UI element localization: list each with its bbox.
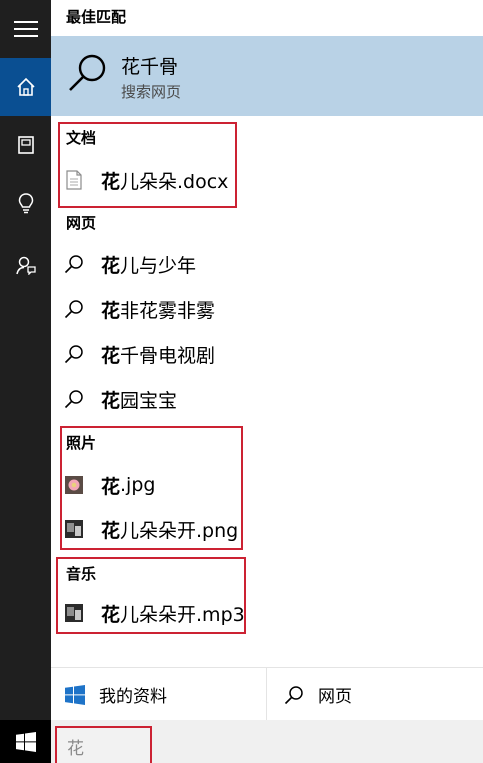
web-result[interactable]: 花非花雾非雾 xyxy=(63,293,215,325)
best-match-label: 最佳匹配 xyxy=(66,8,127,26)
match-text: 花 xyxy=(101,299,121,322)
result-text: 儿朵朵.docx xyxy=(120,170,229,193)
web-result[interactable]: 花千骨电视剧 xyxy=(63,338,215,370)
result-text: 园宝宝 xyxy=(120,389,178,412)
web-result[interactable]: 花儿与少年 xyxy=(63,248,196,280)
match-text: 花 xyxy=(101,170,121,193)
search-icon xyxy=(63,343,85,365)
result-text: 儿朵朵开.mp3 xyxy=(120,603,245,626)
divider xyxy=(266,668,267,721)
windows-logo-icon xyxy=(15,731,36,752)
best-match-title: 花千骨 xyxy=(121,56,179,78)
web-search-button[interactable]: 网页 xyxy=(284,668,352,721)
taskbar: 花 xyxy=(0,720,483,763)
home-icon xyxy=(16,77,35,96)
web-result[interactable]: 花园宝宝 xyxy=(63,383,177,415)
search-results-panel: 最佳匹配 花千骨 搜索网页 文档 花儿朵朵.docx 网页 花儿与少年 花 非花… xyxy=(51,0,483,721)
document-result[interactable]: 花儿朵朵.docx xyxy=(63,164,228,196)
reminders-button[interactable] xyxy=(0,174,51,232)
search-icon xyxy=(63,253,85,275)
photo-result[interactable]: 花 .jpg xyxy=(63,469,155,501)
match-text: 花 xyxy=(101,603,121,626)
notebook-button[interactable] xyxy=(0,116,51,174)
search-icon xyxy=(63,298,85,320)
hamburger-menu-button[interactable] xyxy=(0,0,51,58)
my-stuff-button[interactable]: 我的资料 xyxy=(65,668,167,721)
music-result[interactable]: 花儿朵朵开.mp3 xyxy=(63,597,245,629)
document-icon xyxy=(63,169,85,191)
notebook-icon xyxy=(17,136,34,154)
search-input[interactable]: 花 xyxy=(55,726,152,763)
cortana-sidebar xyxy=(0,0,51,720)
feedback-button[interactable] xyxy=(0,236,51,294)
web-label: 网页 xyxy=(66,214,97,232)
album-art-thumbnail xyxy=(63,602,85,624)
photo-result[interactable]: 花儿朵朵开.png xyxy=(63,513,238,545)
result-text: 儿朵朵开.png xyxy=(120,519,239,542)
best-match-subtitle: 搜索网页 xyxy=(121,83,182,101)
match-text: 花 xyxy=(101,519,121,542)
lightbulb-icon xyxy=(18,193,33,214)
match-text: 花 xyxy=(101,344,121,367)
music-label: 音乐 xyxy=(66,565,97,583)
result-text: 非花雾非雾 xyxy=(120,299,216,322)
search-icon xyxy=(69,54,106,91)
feedback-icon xyxy=(15,256,36,275)
best-match-item[interactable]: 花千骨 搜索网页 xyxy=(51,36,483,116)
footer-actions: 我的资料 网页 xyxy=(51,667,483,721)
result-text: 千骨电视剧 xyxy=(120,344,216,367)
flower-photo-thumbnail xyxy=(63,474,85,496)
search-icon xyxy=(63,388,85,410)
documents-label: 文档 xyxy=(66,129,97,147)
home-button[interactable] xyxy=(0,58,51,116)
hamburger-icon xyxy=(13,21,38,37)
match-text: 花 xyxy=(101,475,121,498)
photo-thumbnail xyxy=(63,518,85,540)
my-stuff-label: 我的资料 xyxy=(99,687,167,707)
windows-logo-icon xyxy=(65,684,85,705)
result-text: .jpg xyxy=(120,474,156,496)
web-search-label: 网页 xyxy=(318,687,352,707)
start-button[interactable] xyxy=(0,720,51,763)
search-icon xyxy=(284,685,304,705)
result-text: 儿与少年 xyxy=(120,254,197,277)
photos-label: 照片 xyxy=(66,434,97,452)
match-text: 花 xyxy=(101,254,121,277)
match-text: 花 xyxy=(101,389,121,412)
